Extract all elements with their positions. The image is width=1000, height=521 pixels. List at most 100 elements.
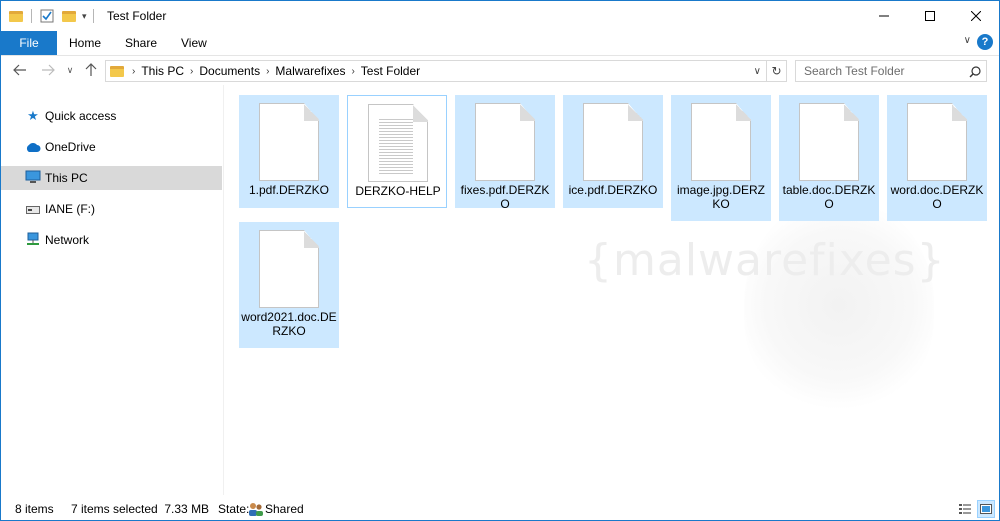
ribbon-tabs: File Home Share View ∨ ? (1, 31, 999, 56)
file-item-fixes-pdf[interactable]: fixes.pdf.DERZKO (455, 95, 555, 211)
breadcrumb-separator-icon: › (351, 65, 355, 77)
file-item-1-pdf[interactable]: 1.pdf.DERZKO (239, 95, 339, 208)
window-title: Test Folder (107, 9, 167, 23)
nav-item-onedrive[interactable]: OneDrive (1, 135, 222, 159)
address-dropdown-chevron-icon[interactable]: ∨ (754, 66, 761, 77)
customize-toolbar-chevron-icon[interactable]: ▾ (82, 11, 87, 22)
file-name: DERZKO-HELP (355, 184, 441, 198)
folder-icon (110, 65, 124, 77)
nav-item-label: OneDrive (45, 140, 96, 154)
star-icon: ★ (27, 108, 39, 123)
tab-share[interactable]: Share (125, 31, 157, 55)
text-lines-icon (379, 117, 413, 175)
file-item-ice-pdf[interactable]: ice.pdf.DERZKO (563, 95, 663, 208)
tab-home[interactable]: Home (69, 31, 101, 55)
watermark-text: {malwarefixes} (584, 235, 946, 286)
breadcrumb-separator-icon: › (132, 65, 136, 77)
new-folder-icon[interactable] (62, 10, 76, 22)
tab-file[interactable]: File (1, 31, 57, 55)
file-fold-icon (844, 103, 859, 121)
title-bar: ▾ Test Folder (1, 1, 999, 31)
large-icons-view-icon (980, 504, 992, 514)
recent-locations-chevron-icon[interactable]: ∨ (63, 60, 77, 80)
breadcrumb-separator-icon: › (190, 65, 194, 77)
search-icon[interactable] (969, 66, 981, 78)
toolbar-divider (31, 9, 32, 23)
forward-arrow-icon (42, 64, 55, 76)
file-name: 1.pdf.DERZKO (248, 183, 330, 197)
close-icon (971, 11, 981, 21)
navigation-pane: ★ Quick access OneDrive This PC IANE (F:… (1, 85, 223, 495)
folder-icon (9, 10, 23, 22)
file-list[interactable]: {malwarefixes} 1.pdf.DERZKO DERZKO-HELP … (224, 85, 999, 495)
file-item-derzko-help[interactable]: DERZKO-HELP (347, 95, 447, 208)
state-value: Shared (265, 502, 304, 516)
nav-item-this-pc[interactable]: This PC (1, 166, 222, 190)
tab-view[interactable]: View (181, 31, 207, 55)
properties-icon[interactable] (40, 9, 54, 23)
maximize-button[interactable] (907, 1, 953, 31)
file-item-word2021-doc[interactable]: word2021.doc.DERZKO (239, 222, 339, 348)
back-arrow-icon (13, 64, 26, 76)
file-name: word.doc.DERZKO (890, 183, 984, 211)
maximize-icon (925, 11, 935, 21)
file-fold-icon (520, 103, 535, 121)
file-fold-icon (736, 103, 751, 121)
file-name: table.doc.DERZKO (782, 183, 876, 211)
state-label: State: (218, 502, 250, 516)
breadcrumb-documents[interactable]: Documents (199, 64, 260, 78)
search-input[interactable]: Search Test Folder (795, 60, 987, 82)
refresh-icon: ↻ (771, 64, 782, 78)
item-count: 8 items (15, 502, 54, 516)
file-name: fixes.pdf.DERZKO (460, 183, 550, 211)
breadcrumb-test-folder[interactable]: Test Folder (361, 64, 420, 78)
refresh-button[interactable]: ↻ (767, 60, 787, 82)
close-button[interactable] (953, 1, 999, 31)
address-bar[interactable]: › This PC › Documents › Malwarefixes › T… (105, 60, 767, 82)
file-fold-icon (628, 103, 643, 121)
file-name: image.jpg.DERZKO (676, 183, 766, 211)
up-arrow-icon (85, 63, 97, 76)
explorer-window: ▾ Test Folder File Home Share View ∨ ? ∨ (0, 0, 1000, 521)
selection-info: 7 items selected 7.33 MB (71, 502, 210, 516)
up-button[interactable] (83, 60, 99, 80)
minimize-button[interactable] (861, 1, 907, 31)
nav-item-label: This PC (45, 171, 88, 185)
file-name: ice.pdf.DERZKO (568, 183, 658, 197)
file-fold-icon (413, 104, 428, 122)
details-view-button[interactable] (956, 500, 974, 518)
breadcrumb-separator-icon: › (266, 65, 270, 77)
help-button[interactable]: ? (977, 34, 993, 50)
shared-users-icon (249, 503, 263, 516)
file-item-word-doc[interactable]: word.doc.DERZKO (887, 95, 987, 221)
nav-item-iane-drive[interactable]: IANE (F:) (1, 197, 222, 221)
nav-item-label: Network (45, 233, 90, 247)
forward-button[interactable] (39, 60, 57, 80)
nav-item-label: IANE (F:) (45, 202, 95, 216)
file-fold-icon (304, 103, 319, 121)
nav-item-network[interactable]: Network (1, 228, 222, 252)
file-name: word2021.doc.DERZKO (241, 310, 337, 338)
file-fold-icon (952, 103, 967, 121)
cloud-icon (25, 140, 41, 155)
breadcrumb-this-pc[interactable]: This PC (141, 64, 184, 78)
file-fold-icon (304, 230, 319, 248)
details-view-icon (959, 504, 971, 514)
network-icon (25, 232, 41, 249)
address-row: ∨ › This PC › Documents › Malwarefixes ›… (1, 56, 999, 84)
file-item-table-doc[interactable]: table.doc.DERZKO (779, 95, 879, 221)
drive-icon (25, 202, 41, 217)
large-icons-view-button[interactable] (977, 500, 995, 518)
toolbar-divider (92, 9, 94, 23)
nav-item-label: Quick access (45, 109, 117, 123)
quick-access-toolbar: ▾ (9, 7, 94, 25)
computer-icon (25, 170, 41, 186)
expand-ribbon-chevron-icon[interactable]: ∨ (964, 35, 971, 46)
file-item-image-jpg[interactable]: image.jpg.DERZKO (671, 95, 771, 221)
status-bar: 8 items 7 items selected 7.33 MB State: … (1, 498, 999, 520)
minimize-icon (879, 15, 889, 17)
back-button[interactable] (11, 60, 29, 80)
breadcrumb-malwarefixes[interactable]: Malwarefixes (275, 64, 345, 78)
watermark-hand-image (744, 195, 934, 415)
nav-item-quick-access[interactable]: ★ Quick access (1, 104, 222, 128)
